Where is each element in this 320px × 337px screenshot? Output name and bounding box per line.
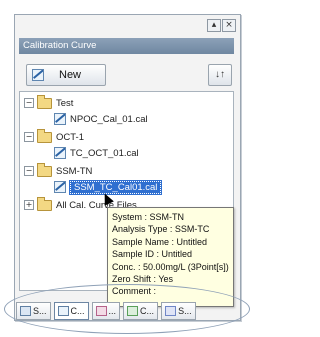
system-icon [20, 306, 31, 316]
calibration-curve-icon [57, 306, 69, 316]
calibration-tooltip: System : SSM-TN Analysis Type : SSM-TC S… [107, 207, 234, 307]
collapse-icon[interactable]: − [24, 98, 34, 108]
tooltip-line: Conc. : 50.00mg/L (3Point[s]) [112, 261, 229, 272]
tree-file-tc-oct[interactable]: TC_OCT_01.cal [54, 146, 139, 160]
tab-system[interactable]: S... [16, 302, 51, 320]
collapse-icon[interactable]: − [24, 166, 34, 176]
bottom-tab-bar: S... C... ... C... S... [16, 302, 196, 320]
close-button[interactable]: × [222, 19, 236, 32]
tooltip-line: Sample ID : Untitled [112, 249, 193, 260]
tab-label: S... [178, 306, 192, 316]
collapse-icon[interactable]: − [24, 132, 34, 142]
tree-item-label: TC_OCT_01.cal [70, 147, 139, 159]
folder-icon [37, 196, 52, 211]
calibration-file-icon [54, 147, 66, 159]
calibration-file-icon [54, 181, 66, 193]
tree-item-label: Test [56, 97, 74, 109]
tab-control[interactable]: C... [123, 302, 159, 320]
method-icon [95, 306, 107, 316]
tooltip-line: Sample Name : Untitled [112, 236, 208, 247]
window-controls: ▴ × [207, 19, 236, 32]
tab-label: C... [140, 306, 155, 316]
tab-sample[interactable]: S... [161, 302, 196, 320]
tab-label: S... [33, 306, 47, 316]
tooltip-line: Comment : [112, 286, 157, 297]
sort-button[interactable]: ↓↑ [208, 64, 232, 86]
calibration-file-icon [54, 113, 66, 125]
folder-icon [37, 162, 52, 177]
control-icon [127, 306, 139, 316]
tab-label: ... [108, 306, 117, 316]
tooltip-line: System : SSM-TN [112, 212, 185, 222]
new-button[interactable]: New [26, 64, 106, 86]
tab-calibration[interactable]: C... [53, 302, 89, 320]
pin-button[interactable]: ▴ [207, 19, 221, 32]
sample-icon [165, 306, 177, 316]
tab-label: C... [70, 306, 85, 316]
expand-icon[interactable]: + [24, 200, 34, 210]
tooltip-line: Zero Shift : Yes [112, 274, 174, 285]
calibration-curve-icon [32, 69, 44, 81]
panel-title: Calibration Curve [19, 38, 234, 54]
tooltip-line: Analysis Type : SSM-TC [112, 224, 210, 235]
tree-file-npoc[interactable]: NPOC_Cal_01.cal [54, 112, 148, 126]
folder-icon [37, 128, 52, 143]
toolbar: New ↓↑ [19, 58, 234, 88]
tree-item-label: OCT-1 [56, 131, 84, 143]
tab-method[interactable]: ... [91, 302, 121, 320]
tree-item-label-selected: SSM_TC_Cal01.cal [68, 179, 163, 195]
calibration-curve-panel: ▴ × Calibration Curve New ↓↑ − Test NPOC… [14, 14, 241, 321]
folder-icon [37, 94, 52, 109]
tree-folder-test[interactable]: − Test [24, 94, 74, 110]
tree-folder-ssm-tn[interactable]: − SSM-TN [24, 162, 93, 178]
tree-item-label: NPOC_Cal_01.cal [70, 113, 148, 125]
tree-item-label: SSM-TN [56, 165, 93, 177]
new-button-label: New [59, 69, 82, 81]
tree-folder-oct1[interactable]: − OCT-1 [24, 128, 84, 144]
